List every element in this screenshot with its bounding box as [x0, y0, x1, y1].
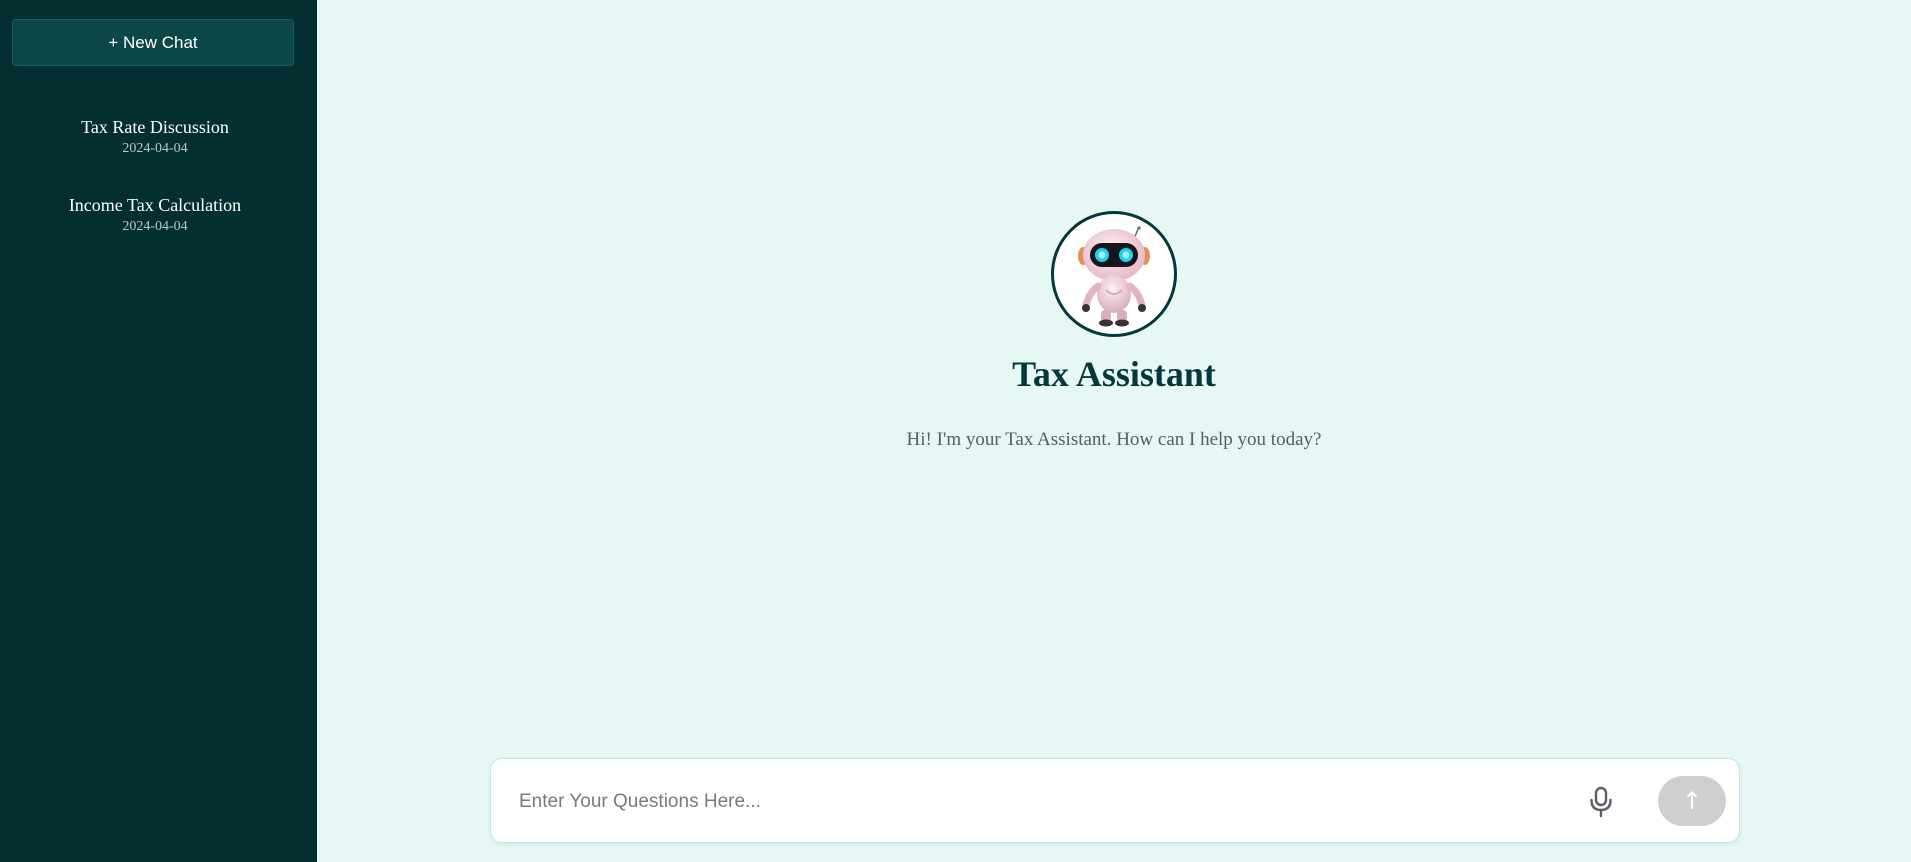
welcome-panel: Tax Assistant Hi! I'm your Tax Assistant… — [317, 211, 1911, 451]
question-input[interactable] — [517, 781, 1541, 823]
chat-composer: ↑ — [490, 758, 1740, 843]
sidebar: + New Chat Tax Rate Discussion 2024-04-0… — [0, 0, 317, 862]
page-title: Tax Assistant — [1012, 354, 1216, 394]
send-button[interactable]: ↑ — [1658, 776, 1726, 826]
microphone-button[interactable] — [1586, 786, 1616, 818]
microphone-icon — [1590, 786, 1612, 818]
chat-history-title: Tax Rate Discussion — [81, 117, 229, 137]
chat-history-date: 2024-04-04 — [122, 219, 188, 234]
welcome-message: Hi! I'm your Tax Assistant. How can I he… — [906, 429, 1322, 450]
chat-history-item[interactable]: Tax Rate Discussion 2024-04-04 — [0, 116, 310, 158]
new-chat-button[interactable]: + New Chat — [12, 19, 294, 66]
chat-history-item[interactable]: Income Tax Calculation 2024-04-04 — [0, 194, 310, 236]
robot-icon — [1078, 226, 1150, 327]
chat-history-title: Income Tax Calculation — [68, 195, 242, 215]
assistant-avatar — [1051, 211, 1177, 337]
chat-history-date: 2024-04-04 — [122, 141, 188, 156]
arrow-up-icon: ↑ — [1681, 787, 1703, 815]
